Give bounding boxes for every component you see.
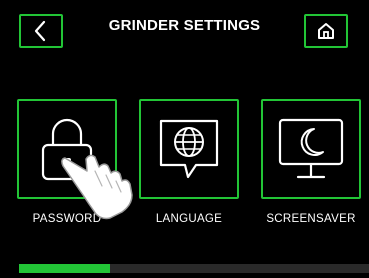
home-button[interactable] xyxy=(304,14,348,48)
home-icon xyxy=(318,23,334,39)
monitor-moon-icon xyxy=(278,118,344,179)
progress-fill xyxy=(19,264,110,273)
screensaver-tile[interactable] xyxy=(261,99,361,199)
screensaver-label: SCREENSAVER xyxy=(266,213,356,225)
language-label: LANGUAGE xyxy=(155,213,223,225)
globe-speech-icon xyxy=(159,119,219,179)
language-tile[interactable] xyxy=(139,99,239,199)
progress-bar xyxy=(19,264,369,273)
pointing-hand-icon xyxy=(61,154,133,220)
